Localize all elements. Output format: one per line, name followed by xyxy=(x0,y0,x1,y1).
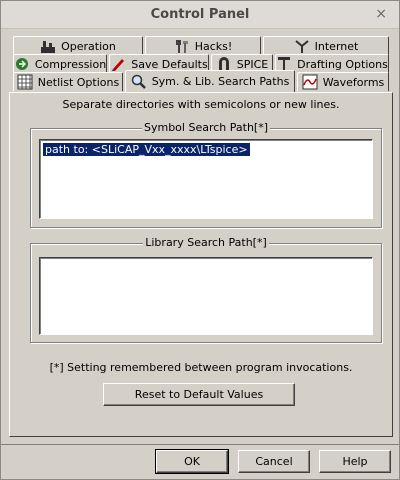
tab-waveforms-label: Waveforms xyxy=(322,75,385,89)
footer-divider xyxy=(1,444,399,445)
hacks-icon xyxy=(174,38,190,54)
pencil-icon xyxy=(110,56,126,72)
tab-operation[interactable]: Operation xyxy=(13,36,143,55)
antenna-icon xyxy=(294,38,310,54)
tab-sym-lib-search-paths-label: Sym. & Lib. Search Paths xyxy=(151,75,290,88)
library-search-path-group: Library Search Path[*] xyxy=(30,236,382,343)
tab-sym-lib-search-paths[interactable]: Sym. & Lib. Search Paths xyxy=(125,70,295,92)
waveform-icon xyxy=(302,74,318,90)
remembered-note: [*] Setting remembered between program i… xyxy=(49,361,353,374)
tab-waveforms[interactable]: Waveforms xyxy=(297,72,389,91)
tab-netlist-options[interactable]: Netlist Options xyxy=(13,72,123,91)
magnifier-icon xyxy=(131,74,147,90)
search-paths-panel: Separate directories with semicolons or … xyxy=(9,92,393,437)
reset-to-default-button[interactable]: Reset to Default Values xyxy=(103,383,295,406)
tab-drafting-options-label: Drafting Options xyxy=(297,57,388,71)
window-title: Control Panel xyxy=(150,7,250,22)
tab-hacks[interactable]: Hacks! xyxy=(145,36,261,55)
tab-internet-label: Internet xyxy=(314,39,359,53)
symbol-search-path-value: path to: <SLiCAP_Vxx_xxxx\LTspice> xyxy=(43,143,250,156)
hammer-icon xyxy=(40,38,56,54)
compression-icon xyxy=(14,56,30,72)
ok-button[interactable]: OK xyxy=(155,449,229,474)
cancel-button[interactable]: Cancel xyxy=(238,450,310,473)
tab-hacks-label: Hacks! xyxy=(194,39,233,53)
library-search-path-textarea[interactable] xyxy=(39,257,373,335)
grid-icon xyxy=(17,74,33,90)
tab-spice-label: SPICE xyxy=(236,57,269,71)
symbol-search-path-label: Symbol Search Path[*] xyxy=(141,121,270,134)
tab-operation-label: Operation xyxy=(61,39,116,53)
library-search-path-label: Library Search Path[*] xyxy=(143,236,269,249)
help-button[interactable]: Help xyxy=(319,450,391,473)
symbol-search-path-group: Symbol Search Path[*] path to: <SLiCAP_V… xyxy=(30,121,382,228)
tab-save-defaults-label: Save Defaults xyxy=(131,57,208,71)
tab-internet[interactable]: Internet xyxy=(263,36,389,55)
close-icon[interactable]: × xyxy=(375,6,387,22)
tab-compression[interactable]: Compression xyxy=(13,54,107,73)
title-bar[interactable]: Control Panel × xyxy=(1,1,399,29)
tab-compression-label: Compression xyxy=(34,57,107,71)
control-panel-window: Control Panel × Operation Hacks! Interne… xyxy=(0,0,400,480)
separator-hint: Separate directories with semicolons or … xyxy=(62,98,340,111)
tab-netlist-options-label: Netlist Options xyxy=(37,75,120,89)
symbol-search-path-textarea[interactable]: path to: <SLiCAP_Vxx_xxxx\LTspice> xyxy=(39,139,373,219)
